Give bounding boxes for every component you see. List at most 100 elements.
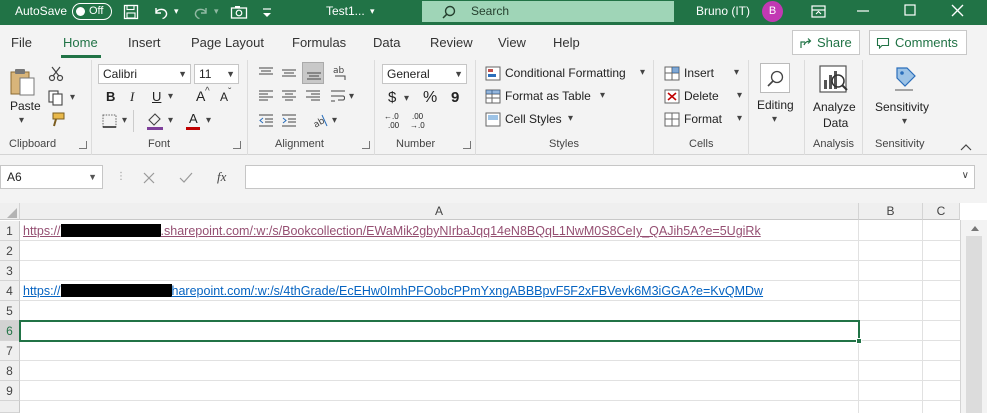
tab-review[interactable]: Review — [430, 35, 473, 50]
analyze-data-button[interactable]: Analyze Data — [808, 62, 860, 132]
expand-formula-bar-icon[interactable]: ∨ — [962, 170, 969, 181]
font-size-select[interactable]: 11 ▼ — [194, 64, 239, 84]
cell-styles-button[interactable]: Cell Styles ▾ — [485, 110, 650, 130]
percent-button[interactable]: % — [423, 89, 437, 107]
editing-group[interactable]: Editing ▾ — [749, 60, 805, 155]
share-button[interactable]: Share — [792, 30, 860, 55]
currency-button[interactable]: $ — [388, 89, 396, 106]
alignment-launcher-icon[interactable] — [362, 141, 370, 149]
delete-cells-button[interactable]: Delete ▾ — [664, 87, 744, 107]
format-cells-button[interactable]: Format ▾ — [664, 110, 744, 130]
row-header-6[interactable]: 6 — [0, 321, 20, 341]
ribbon-display-options-icon[interactable] — [803, 0, 833, 25]
bold-button[interactable]: B — [106, 89, 115, 104]
row-header-9[interactable]: 9 — [0, 381, 20, 401]
vertical-scrollbar[interactable] — [960, 220, 987, 413]
worksheet-grid[interactable]: A B C 1 2 3 4 5 6 7 8 9 https:// .sharepo… — [0, 203, 987, 413]
tab-data[interactable]: Data — [373, 35, 400, 50]
tab-formulas[interactable]: Formulas — [292, 35, 346, 50]
decrease-decimal-button[interactable]: .00 →.0 — [410, 112, 432, 132]
currency-dropdown-icon[interactable]: ▾ — [404, 93, 409, 104]
redo-icon[interactable] — [192, 4, 210, 20]
align-top-icon[interactable] — [258, 66, 274, 80]
redo-dropdown-icon[interactable]: ▾ — [214, 0, 219, 25]
customize-qat-icon[interactable] — [261, 7, 273, 19]
tab-page-layout[interactable]: Page Layout — [191, 35, 264, 50]
scroll-thumb[interactable] — [966, 236, 982, 413]
fill-color-icon[interactable] — [146, 111, 164, 131]
row-header-7[interactable]: 7 — [0, 341, 20, 361]
grow-font-button[interactable]: A — [196, 88, 205, 104]
tab-help[interactable]: Help — [553, 35, 580, 50]
undo-dropdown-icon[interactable]: ▾ — [174, 0, 179, 25]
maximize-icon[interactable] — [895, 0, 925, 25]
wrap-text-icon[interactable] — [330, 88, 346, 104]
borders-dropdown-icon[interactable]: ▾ — [122, 115, 127, 126]
tab-home[interactable]: Home — [63, 35, 98, 50]
align-right-icon[interactable] — [305, 89, 321, 103]
underline-button[interactable]: U — [152, 89, 161, 104]
align-left-icon[interactable] — [258, 89, 274, 103]
row-header-2[interactable]: 2 — [0, 241, 20, 261]
cancel-entry-icon[interactable] — [142, 171, 156, 185]
row-header-8[interactable]: 8 — [0, 361, 20, 381]
row-header-3[interactable]: 3 — [0, 261, 20, 281]
close-icon[interactable] — [942, 0, 972, 25]
column-header-a[interactable]: A — [20, 203, 859, 220]
formula-input[interactable]: ∨ — [245, 165, 975, 189]
font-launcher-icon[interactable] — [233, 141, 241, 149]
orientation-icon[interactable]: ab — [331, 64, 349, 82]
increase-indent-icon[interactable] — [281, 113, 297, 127]
camera-icon[interactable] — [230, 4, 248, 20]
clipboard-launcher-icon[interactable] — [79, 141, 87, 149]
search-box[interactable]: Search — [422, 1, 674, 22]
conditional-formatting-button[interactable]: Conditional Formatting ▾ — [485, 64, 650, 84]
select-all-corner[interactable] — [0, 203, 20, 220]
number-launcher-icon[interactable] — [463, 141, 471, 149]
number-format-select[interactable]: General ▼ — [382, 64, 467, 84]
file-name-chevron-icon[interactable]: ▾ — [370, 0, 375, 25]
fill-color-dropdown-icon[interactable]: ▾ — [168, 115, 173, 126]
row-header-5[interactable]: 5 — [0, 301, 20, 321]
format-painter-icon[interactable] — [48, 112, 66, 128]
avatar[interactable]: B — [762, 1, 783, 22]
copy-dropdown-icon[interactable]: ▾ — [70, 92, 75, 103]
comments-button[interactable]: Comments — [869, 30, 967, 55]
align-middle-icon[interactable] — [281, 66, 297, 80]
cell-a4-hyperlink[interactable]: https:// harepoint.com/:w:/s/4thGrade/EcE… — [23, 282, 763, 300]
align-center-icon[interactable] — [281, 89, 297, 103]
shrink-font-button[interactable]: A — [220, 90, 228, 104]
insert-function-button[interactable]: fx — [217, 169, 226, 185]
collapse-ribbon-icon[interactable] — [960, 142, 972, 152]
borders-icon[interactable] — [102, 114, 118, 128]
fill-handle[interactable] — [856, 338, 862, 344]
increase-decimal-button[interactable]: ←.0 .00 — [384, 112, 406, 132]
save-icon[interactable] — [123, 4, 139, 20]
font-color-button[interactable]: A — [189, 111, 198, 126]
column-header-c[interactable]: C — [923, 203, 960, 220]
tab-file[interactable]: File — [11, 35, 32, 50]
row-header-1[interactable]: 1 — [0, 221, 20, 241]
tab-view[interactable]: View — [498, 35, 526, 50]
file-name[interactable]: Test1... — [326, 0, 365, 25]
cell-a1-hyperlink[interactable]: https:// .sharepoint.com/:w:/s/Bookcollec… — [23, 222, 761, 240]
undo-icon[interactable] — [152, 4, 170, 20]
name-box[interactable]: A6 ▼ — [0, 165, 103, 189]
row-header-10[interactable] — [0, 401, 20, 413]
row-header-4[interactable]: 4 — [0, 281, 20, 301]
confirm-entry-icon[interactable] — [178, 171, 194, 185]
font-name-select[interactable]: Calibri ▼ — [98, 64, 191, 84]
copy-icon[interactable] — [48, 90, 66, 106]
paste-button[interactable]: Paste ▾ — [5, 65, 43, 131]
column-header-b[interactable]: B — [859, 203, 923, 220]
orientation-angle-icon[interactable]: ab — [311, 112, 329, 128]
insert-cells-button[interactable]: Insert ▾ — [664, 64, 744, 84]
user-name[interactable]: Bruno (IT) — [696, 0, 750, 25]
decrease-indent-icon[interactable] — [258, 113, 274, 127]
comma-style-button[interactable]: 9 — [451, 89, 459, 106]
active-cell-selection[interactable] — [19, 320, 860, 342]
merge-dropdown-icon[interactable]: ▾ — [349, 91, 354, 102]
orientation-dropdown-icon[interactable]: ▾ — [332, 115, 337, 126]
sensitivity-button[interactable]: Sensitivity ▾ — [869, 62, 939, 132]
autosave-toggle[interactable]: Off — [72, 3, 112, 20]
